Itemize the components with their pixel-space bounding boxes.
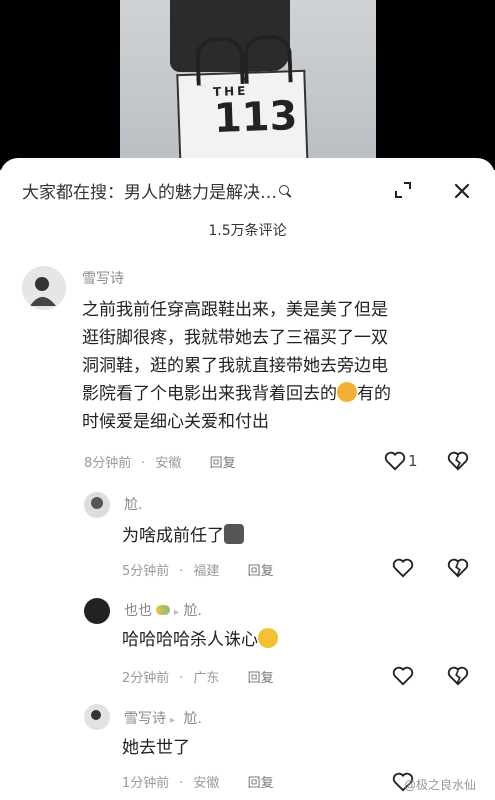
- avatar-image: [84, 704, 110, 730]
- bag-handle: [242, 34, 293, 84]
- close-icon[interactable]: [451, 180, 473, 202]
- comment-meta: 8分钟前 · 安徽 回复: [84, 456, 236, 471]
- comment-sheet: [0, 158, 495, 800]
- comment-username[interactable]: 也也 ▸ 尬.: [124, 600, 202, 620]
- search-icon: [279, 185, 289, 195]
- dog-emoji-icon: [224, 524, 244, 544]
- watermark: @极之良水仙: [404, 778, 477, 792]
- like-heart-icon[interactable]: [392, 666, 414, 686]
- reply-button[interactable]: 回复: [248, 671, 274, 686]
- like-heart-icon[interactable]: [384, 451, 406, 471]
- avatar[interactable]: [84, 492, 110, 518]
- shopping-bag: THE 113: [176, 34, 309, 170]
- comment-text: 之前我前任穿高跟鞋出来，美是美了但是 逛街脚很疼，我就带她去了三福买了一双 洞洞…: [82, 300, 391, 432]
- bag-number: 113: [213, 93, 299, 142]
- comment-text: 哈哈哈哈杀人诛心: [122, 626, 278, 654]
- bag-logo: THE 113: [213, 82, 299, 142]
- reply-button[interactable]: 回复: [210, 456, 236, 471]
- like-count: 1: [408, 452, 418, 470]
- reply-arrow-icon: ▸: [174, 607, 180, 618]
- comment-text: 她去世了: [122, 738, 190, 758]
- avatar[interactable]: [84, 704, 110, 730]
- expand-icon[interactable]: [394, 181, 412, 199]
- reply-arrow-icon: ▸: [170, 715, 176, 726]
- reply-button[interactable]: 回复: [248, 776, 274, 791]
- search-suggestion[interactable]: 大家都在搜：男人的魅力是解决…: [22, 178, 362, 206]
- reply-to-username[interactable]: 尬.: [183, 711, 201, 727]
- rainbow-badge-icon: [156, 605, 170, 615]
- reply-button[interactable]: 回复: [248, 564, 274, 579]
- comment-meta: 5分钟前 · 福建 回复: [122, 564, 274, 579]
- post-image[interactable]: THE 113: [0, 0, 495, 170]
- dislike-heart-icon[interactable]: [447, 451, 469, 471]
- avatar[interactable]: [84, 598, 110, 624]
- like-heart-icon[interactable]: [392, 558, 414, 578]
- comment-meta: 1分钟前 · 安徽 回复: [122, 776, 274, 791]
- comment-username[interactable]: 尬.: [124, 494, 142, 514]
- photo-content: THE 113: [120, 0, 376, 170]
- dislike-heart-icon[interactable]: [447, 666, 469, 686]
- bag-handle: [195, 35, 245, 86]
- laughing-emoji-icon: [258, 628, 278, 648]
- comment-text: 为啥成前任了: [122, 522, 244, 550]
- search-suggestion-text: 大家都在搜：男人的魅力是解决…: [22, 183, 277, 203]
- comment-username[interactable]: 雪写诗: [82, 268, 124, 288]
- avatar[interactable]: [22, 266, 66, 310]
- surprised-emoji-icon: [337, 382, 357, 402]
- dislike-heart-icon[interactable]: [447, 558, 469, 578]
- avatar-image: [22, 266, 66, 310]
- avatar-image: [84, 492, 110, 518]
- comment-count: 1.5万条评论: [208, 223, 287, 239]
- comment-meta: 2分钟前 · 广东 回复: [122, 671, 274, 686]
- reply-to-username[interactable]: 尬.: [183, 603, 201, 619]
- comment-username[interactable]: 雪写诗 ▸ 尬.: [124, 708, 202, 728]
